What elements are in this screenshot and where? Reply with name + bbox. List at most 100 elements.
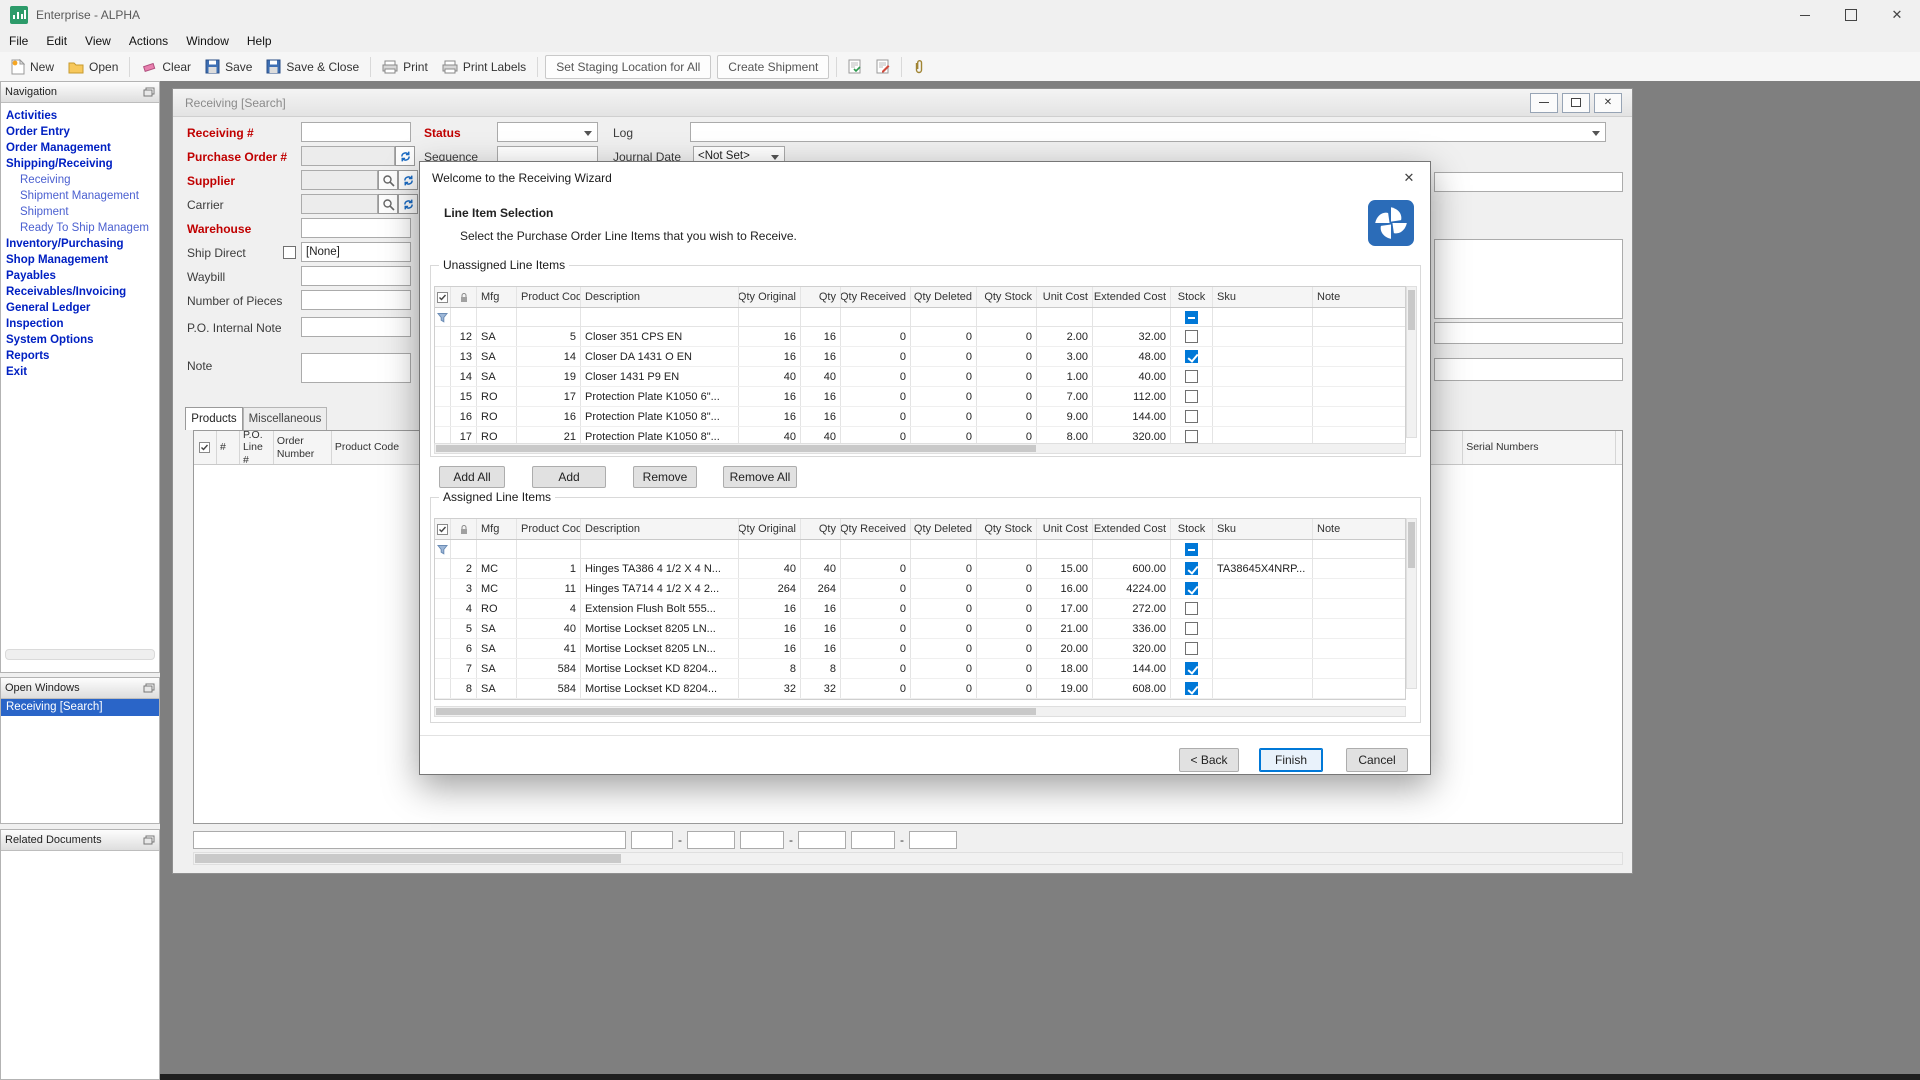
supplier-input[interactable]	[301, 170, 378, 190]
attachment-column-header[interactable]	[451, 519, 477, 539]
qty-column-header[interactable]: Qty	[801, 519, 841, 539]
po-line-column-header[interactable]: P.O. Line #	[240, 431, 274, 464]
status-field[interactable]	[631, 831, 673, 849]
qty-original-column-header[interactable]: Qty Original	[739, 287, 801, 307]
supplier-refresh-button[interactable]	[398, 170, 418, 190]
stock-checkbox[interactable]	[1185, 582, 1198, 595]
select-column-header[interactable]	[435, 287, 451, 307]
nav-item[interactable]: Order Management	[1, 139, 159, 155]
stock-checkbox[interactable]	[1185, 662, 1198, 675]
nav-item[interactable]: Payables	[1, 267, 159, 283]
save-button[interactable]: Save	[198, 55, 259, 79]
add-all-button[interactable]: Add All	[439, 466, 505, 488]
qty-stock-column-header[interactable]: Qty Stock	[977, 287, 1037, 307]
stock-checkbox[interactable]	[1185, 602, 1198, 615]
stock-checkbox[interactable]	[1185, 430, 1198, 443]
open-window-item[interactable]: Receiving [Search]	[1, 699, 159, 716]
clear-button[interactable]: Clear	[134, 55, 198, 79]
nav-item[interactable]: General Ledger	[1, 299, 159, 315]
stock-filter-checkbox[interactable]	[1185, 311, 1198, 324]
vertical-scrollbar[interactable]	[1406, 286, 1417, 438]
horizontal-scrollbar[interactable]	[193, 852, 1623, 865]
stock-checkbox[interactable]	[1185, 642, 1198, 655]
filter-row[interactable]	[435, 540, 1405, 559]
nav-item[interactable]: Inspection	[1, 315, 159, 331]
scrollbar-thumb[interactable]	[436, 445, 1036, 452]
print-labels-button[interactable]: Print Labels	[435, 55, 533, 79]
nav-item[interactable]: Shipment	[1, 203, 159, 219]
extended-cost-column-header[interactable]: Extended Cost	[1093, 519, 1171, 539]
table-row[interactable]: 15 RO 17 Protection Plate K1050 6"... 16…	[435, 387, 1405, 407]
purchase-order-input[interactable]	[301, 146, 395, 166]
table-row[interactable]: 12 SA 5 Closer 351 CPS EN 16 16 0 0 0 2.…	[435, 327, 1405, 347]
open-button[interactable]: Open	[61, 55, 125, 79]
menu-item[interactable]: Window	[177, 30, 238, 52]
right-field-1[interactable]	[1434, 172, 1623, 192]
wizard-close-button[interactable]: ✕	[1388, 162, 1430, 194]
stock-checkbox[interactable]	[1185, 370, 1198, 383]
create-shipment-button[interactable]: Create Shipment	[717, 55, 829, 79]
description-column-header[interactable]: Description	[581, 519, 739, 539]
scrollbar-thumb[interactable]	[436, 708, 1036, 715]
description-column-header[interactable]: Description	[581, 287, 739, 307]
nav-item[interactable]: System Options	[1, 331, 159, 347]
note-column-header[interactable]: Note	[1313, 287, 1405, 307]
nav-item[interactable]: Activities	[1, 107, 159, 123]
select-column-header[interactable]	[194, 431, 217, 464]
purchase-order-refresh-button[interactable]	[395, 146, 415, 166]
nav-item[interactable]: Inventory/Purchasing	[1, 235, 159, 251]
nav-item[interactable]: Shipping/Receiving	[1, 155, 159, 171]
number-of-pieces-input[interactable]	[301, 290, 411, 310]
table-row[interactable]: 2 MC 1 Hinges TA386 4 1/2 X 4 N... 40 40…	[435, 559, 1405, 579]
horizontal-scrollbar[interactable]	[434, 443, 1406, 454]
stock-checkbox[interactable]	[1185, 330, 1198, 343]
sku-column-header[interactable]: Sku	[1213, 287, 1313, 307]
table-row[interactable]: 16 RO 16 Protection Plate K1050 8"... 16…	[435, 407, 1405, 427]
vertical-scrollbar[interactable]	[1406, 518, 1417, 689]
save-close-button[interactable]: Save & Close	[259, 55, 366, 79]
child-close-button[interactable]: ✕	[1594, 93, 1622, 113]
right-field-3[interactable]	[1434, 322, 1623, 344]
qty-stock-column-header[interactable]: Qty Stock	[977, 519, 1037, 539]
supplier-search-button[interactable]	[378, 170, 398, 190]
stock-checkbox[interactable]	[1185, 682, 1198, 695]
new-button[interactable]: New	[4, 55, 61, 79]
right-field-2[interactable]	[1434, 239, 1623, 319]
maximize-button[interactable]	[1828, 0, 1874, 30]
num-column-header[interactable]: #	[217, 431, 240, 464]
nav-item[interactable]: Shop Management	[1, 251, 159, 267]
status-field[interactable]	[851, 831, 895, 849]
select-column-header[interactable]	[435, 519, 451, 539]
menu-item[interactable]: Actions	[120, 30, 177, 52]
carrier-input[interactable]	[301, 194, 378, 214]
menu-item[interactable]: Edit	[37, 30, 76, 52]
cancel-button[interactable]: Cancel	[1346, 748, 1408, 772]
qty-received-column-header[interactable]: Qty Received	[841, 519, 911, 539]
back-button[interactable]: < Back	[1179, 748, 1239, 772]
table-row[interactable]: 8 SA 584 Mortise Lockset KD 8204... 32 3…	[435, 679, 1405, 699]
stock-column-header[interactable]: Stock	[1171, 519, 1213, 539]
serial-numbers-column-header[interactable]: Serial Numbers	[1463, 431, 1616, 464]
nav-scroll-hint[interactable]	[5, 649, 155, 660]
tab-products[interactable]: Products	[185, 407, 243, 430]
right-field-4[interactable]	[1434, 358, 1623, 381]
wizard-titlebar[interactable]: Welcome to the Receiving Wizard ✕	[420, 162, 1430, 194]
status-field[interactable]	[798, 831, 846, 849]
table-row[interactable]: 5 SA 40 Mortise Lockset 8205 LN... 16 16…	[435, 619, 1405, 639]
nav-item[interactable]: Order Entry	[1, 123, 159, 139]
menu-item[interactable]: Help	[238, 30, 281, 52]
nav-item[interactable]: Receivables/Invoicing	[1, 283, 159, 299]
panel-pin-icon[interactable]	[143, 683, 155, 693]
note-input[interactable]	[301, 353, 411, 383]
waybill-input[interactable]	[301, 266, 411, 286]
status-field[interactable]	[740, 831, 784, 849]
stock-checkbox[interactable]	[1185, 562, 1198, 575]
add-button[interactable]: Add	[532, 466, 606, 488]
stock-checkbox[interactable]	[1185, 390, 1198, 403]
status-field[interactable]	[909, 831, 957, 849]
product-code-column-header[interactable]: Product Code	[517, 519, 581, 539]
panel-pin-icon[interactable]	[143, 835, 155, 845]
child-restore-button[interactable]	[1562, 93, 1590, 113]
scrollbar-thumb[interactable]	[1408, 290, 1415, 330]
stock-checkbox[interactable]	[1185, 622, 1198, 635]
